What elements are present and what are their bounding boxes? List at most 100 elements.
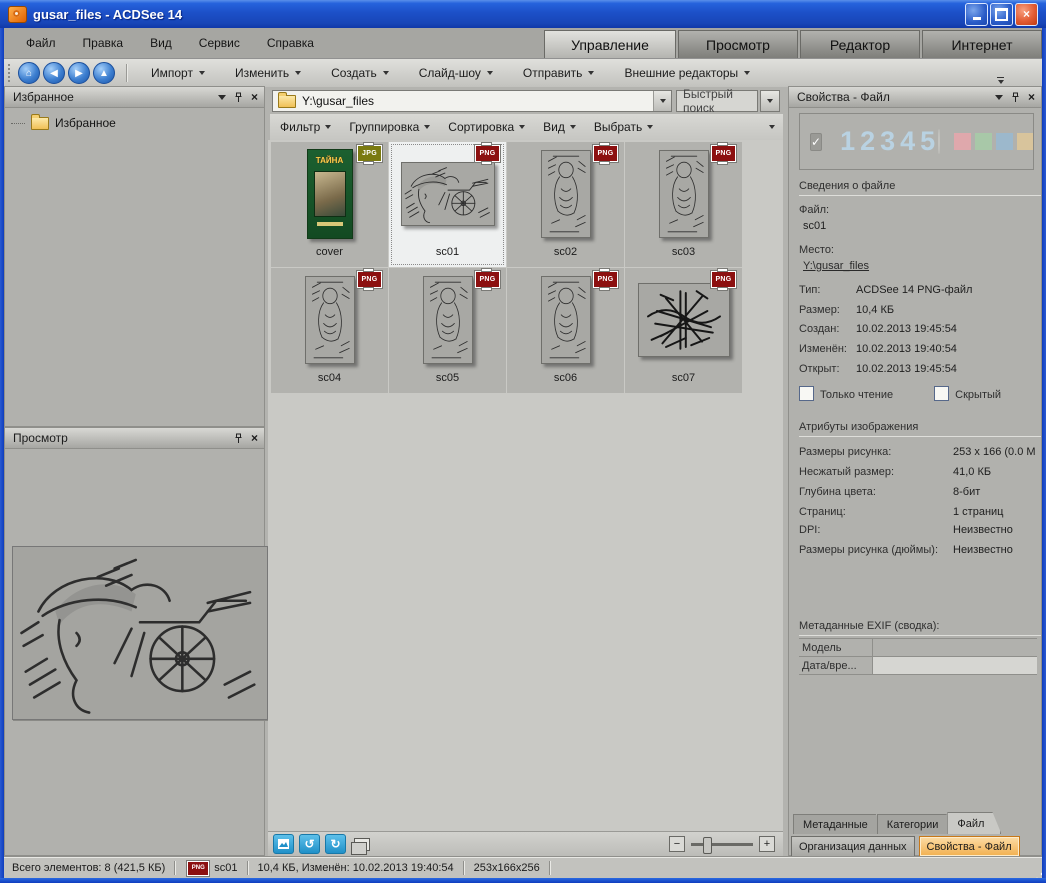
home-button[interactable]: ⌂ [18,62,40,84]
chevron-down-icon [744,71,750,75]
file-tile-sc02[interactable]: PNG sc02 [507,142,624,267]
attr-colordepth: Глубина цвета: 8-бит [799,486,1039,498]
tab-editor[interactable]: Редактор [800,30,920,58]
color-labels [954,133,1034,150]
minimize-button[interactable] [965,3,988,26]
create-button[interactable]: Создать [316,59,404,87]
color-label-blue[interactable] [996,133,1013,150]
color-label-red[interactable] [954,133,971,150]
favorites-tree-item[interactable]: Избранное [5,108,264,130]
rotate-right-button[interactable]: ↻ [325,834,346,854]
import-button[interactable]: Импорт [136,59,220,87]
menu-service[interactable]: Сервис [199,36,240,50]
field-created: Создан: 10.02.2013 19:45:54 [799,323,1039,335]
menu-view[interactable]: Вид [150,36,172,50]
chevron-down-icon [383,71,389,75]
toolbar-overflow-button[interactable] [997,77,1004,84]
file-name: sc06 [554,372,577,393]
filetype-badge: PNG [711,145,736,162]
pin-icon[interactable] [234,433,243,444]
preview-image[interactable] [12,546,268,720]
tab-metadata[interactable]: Метаданные [793,814,885,834]
attr-inches: Размеры рисунка (дюймы): Неизвестно [799,544,1039,556]
field-place-link[interactable]: Y:\gusar_files [803,260,869,272]
exif-row-model: Модель [799,639,1037,657]
tab-categories[interactable]: Категории [877,814,956,834]
tree-connector [11,123,25,124]
toolbar-grip [8,64,13,82]
folder-icon [31,117,49,130]
hidden-checkbox[interactable] [934,386,949,401]
quick-search-dropdown-button[interactable] [760,90,780,112]
filetype-badge: PNG [711,271,736,288]
status-dimensions: 253x166x256 [474,862,540,874]
zoom-slider[interactable] [691,843,753,846]
up-button[interactable]: ▲ [93,62,115,84]
forward-button[interactable]: ▶ [68,62,90,84]
acdsee-logo-icon [8,6,27,23]
panel-menu-icon[interactable] [995,95,1003,100]
field-type: Тип: ACDSee 14 PNG-файл [799,284,1039,296]
rotate-left-button[interactable]: ↺ [299,834,320,854]
file-tile-sc01[interactable]: PNG sc01 [389,142,506,267]
image-icon [278,839,289,849]
pin-icon[interactable] [1011,92,1020,103]
windows-cascade-icon[interactable] [354,838,370,851]
readonly-checkbox[interactable] [799,386,814,401]
organize-data-button[interactable]: Организация данных [791,836,915,857]
tab-file[interactable]: Файл [947,812,1001,834]
properties-panel-header: Свойства - Файл × [789,87,1041,108]
back-button[interactable]: ◀ [43,62,65,84]
sorting-button[interactable]: Сортировка [448,120,525,134]
properties-file-button[interactable]: Свойства - Файл [919,836,1020,857]
color-label-tan[interactable] [1017,133,1034,150]
slideshow-button[interactable]: Слайд-шоу [404,59,508,87]
external-editors-button[interactable]: Внешние редакторы [609,59,765,87]
file-tile-sc07[interactable]: PNG sc07 [625,268,742,393]
field-size: Размер: 10,4 КБ [799,304,1039,316]
file-tile-sc06[interactable]: PNG sc06 [507,268,624,393]
close-icon[interactable]: × [251,91,258,103]
panel-menu-icon[interactable] [218,95,226,100]
close-icon[interactable]: × [1028,91,1035,103]
file-tile-sc04[interactable]: PNG sc04 [271,268,388,393]
file-tile-sc03[interactable]: PNG sc03 [625,142,742,267]
thumbnail-cover: ТАЙНА [307,149,353,239]
view-button[interactable]: Вид [543,120,576,134]
exif-row-datetime: Дата/вре... [799,657,1037,675]
close-icon[interactable]: × [251,432,258,444]
thumbnail-zoom-control: − + [669,836,775,852]
tab-manage[interactable]: Управление [544,30,676,58]
tab-internet[interactable]: Интернет [922,30,1042,58]
favorites-panel-header: Избранное × [5,87,264,108]
zoom-slider-thumb[interactable] [703,837,712,854]
thumbnail-sc02 [541,150,591,238]
grouping-button[interactable]: Группировка [349,120,430,134]
discard-image-button[interactable] [273,834,294,854]
filetype-badge: PNG [475,271,500,288]
zoom-out-button[interactable]: − [669,836,685,852]
rating-numbers[interactable]: 12345 [840,126,940,157]
menu-help[interactable]: Справка [267,36,314,50]
close-button[interactable]: × [1015,3,1038,26]
tab-view[interactable]: Просмотр [678,30,798,58]
pin-icon[interactable] [234,92,243,103]
tagged-checkbox[interactable]: ✓ [810,133,822,151]
address-dropdown-button[interactable] [653,91,671,111]
select-button[interactable]: Выбрать [594,120,653,134]
file-name: sc05 [436,372,459,393]
color-label-green[interactable] [975,133,992,150]
edit-button[interactable]: Изменить [220,59,316,87]
properties-tabs: Метаданные Категории Файл [793,813,993,834]
menu-file[interactable]: Файл [26,36,56,50]
send-button[interactable]: Отправить [508,59,610,87]
menu-edit[interactable]: Правка [83,36,124,50]
filter-bar-overflow-icon[interactable] [769,125,775,129]
address-bar[interactable]: Y:\gusar_files [272,90,672,112]
zoom-in-button[interactable]: + [759,836,775,852]
filter-button[interactable]: Фильтр [280,120,331,134]
file-tile-cover[interactable]: ТАЙНА JPG cover [271,142,388,267]
maximize-button[interactable] [990,3,1013,26]
quick-search-input[interactable]: Быстрый поиск [676,90,758,112]
file-tile-sc05[interactable]: PNG sc05 [389,268,506,393]
